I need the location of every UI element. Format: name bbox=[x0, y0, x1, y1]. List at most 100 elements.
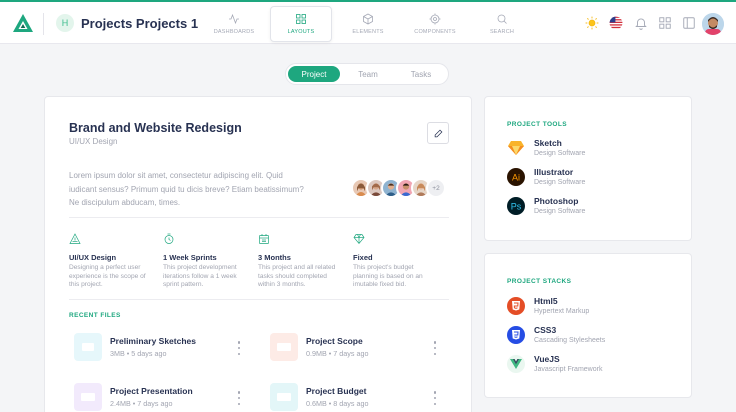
top-header: H Projects Projects 1 DASHBOARDS LAYOUTS… bbox=[0, 2, 736, 44]
feature-item: 3 Months This project and all related ta… bbox=[258, 232, 342, 290]
project-tools-heading: PROJECT TOOLS bbox=[507, 121, 567, 128]
project-tabs: Project Team Tasks bbox=[285, 63, 449, 85]
tool-category: Design Software bbox=[534, 179, 586, 186]
project-subtitle: UI/UX Design bbox=[69, 137, 118, 146]
file-item[interactable]: PPT Project Presentation 2.4MB • 7 days … bbox=[74, 383, 264, 412]
feature-text: This project development iterations foll… bbox=[163, 264, 237, 288]
tool-name: Illustrator bbox=[534, 167, 574, 177]
panel-toggle[interactable] bbox=[682, 16, 696, 30]
project-description: Lorem ipsum dolor sit amet, consectetur … bbox=[69, 171, 304, 207]
stack-description: Cascading Stylesheets bbox=[534, 337, 606, 344]
vuejs-icon bbox=[507, 355, 525, 373]
stack-item[interactable]: VueJS Javascript Framework bbox=[507, 353, 677, 375]
page-title: Projects Projects 1 bbox=[81, 16, 199, 31]
pdf-file-icon: PDF bbox=[270, 333, 298, 361]
tool-category: Design Software bbox=[534, 208, 586, 215]
xls-file-icon: XLS bbox=[270, 383, 298, 411]
project-stacks-heading: PROJECT STACKS bbox=[507, 278, 572, 285]
header-divider bbox=[43, 13, 44, 35]
apps-button[interactable] bbox=[658, 16, 672, 30]
notifications-button[interactable] bbox=[634, 16, 648, 30]
search-icon bbox=[497, 14, 507, 24]
file-name: Project Presentation bbox=[110, 386, 193, 396]
feature-text: This project's budget planning is based … bbox=[353, 264, 423, 288]
feature-item: 1 Week Sprints This project development … bbox=[163, 232, 247, 290]
feature-title: 3 Months bbox=[258, 253, 291, 262]
edit-project-button[interactable] bbox=[427, 122, 449, 144]
feature-text: Designing a perfect user experience is t… bbox=[69, 264, 146, 288]
section-divider bbox=[69, 217, 449, 218]
file-meta: 3MB • 5 days ago bbox=[110, 349, 167, 358]
svg-text:Ps: Ps bbox=[511, 202, 522, 212]
tool-item[interactable]: Sketch Design Software bbox=[507, 137, 677, 159]
pencil-icon bbox=[434, 129, 442, 137]
recent-files-heading: RECENT FILES bbox=[69, 312, 121, 319]
file-item[interactable]: ZIP Preliminary Sketches 3MB • 5 days ag… bbox=[74, 333, 264, 363]
file-menu-button[interactable] bbox=[236, 341, 242, 355]
file-menu-button[interactable] bbox=[432, 341, 438, 355]
html5-icon bbox=[507, 297, 525, 315]
file-meta: 2.4MB • 7 days ago bbox=[110, 399, 173, 408]
project-tools-card: PROJECT TOOLS Sketch Design Software Ai … bbox=[484, 96, 692, 241]
file-name: Project Scope bbox=[306, 336, 363, 346]
feature-text: This project and all related tasks shoul… bbox=[258, 264, 336, 288]
file-menu-button[interactable] bbox=[236, 391, 242, 405]
file-meta: 0.6MB • 8 days ago bbox=[306, 399, 369, 408]
more-members-badge[interactable]: +2 bbox=[426, 178, 446, 198]
tool-name: Photoshop bbox=[534, 196, 579, 206]
zip-file-icon: ZIP bbox=[74, 333, 102, 361]
triangle-icon bbox=[69, 233, 81, 244]
stack-item[interactable]: Html5 Hypertext Markup bbox=[507, 295, 677, 317]
tab-tasks[interactable]: Tasks bbox=[395, 66, 447, 82]
feature-item: Fixed This project's budget planning is … bbox=[353, 232, 437, 290]
tab-project[interactable]: Project bbox=[288, 66, 340, 82]
user-avatar-image bbox=[702, 13, 724, 35]
file-name: Preliminary Sketches bbox=[110, 336, 196, 346]
svg-text:Ai: Ai bbox=[512, 173, 520, 183]
project-initial-badge: H bbox=[56, 14, 74, 32]
file-item[interactable]: PDF Project Scope 0.9MB • 7 days ago bbox=[270, 333, 460, 363]
tool-item[interactable]: Ps Photoshop Design Software bbox=[507, 195, 677, 217]
bell-icon bbox=[635, 18, 647, 30]
settings-icon bbox=[429, 13, 441, 25]
file-item[interactable]: XLS Project Budget 0.6MB • 8 days ago bbox=[270, 383, 460, 412]
user-avatar[interactable] bbox=[702, 13, 724, 35]
file-name: Project Budget bbox=[306, 386, 367, 396]
calendar-icon bbox=[259, 234, 269, 244]
stack-name: CSS3 bbox=[534, 325, 557, 335]
sidebar-icon bbox=[683, 17, 695, 29]
nav-layouts[interactable]: LAYOUTS bbox=[270, 6, 332, 42]
css3-icon bbox=[507, 326, 525, 344]
nav-dashboards[interactable]: DASHBOARDS bbox=[203, 6, 265, 42]
tool-name: Sketch bbox=[534, 138, 562, 148]
grid-icon bbox=[296, 14, 306, 24]
ppt-file-icon: PPT bbox=[74, 383, 102, 411]
project-title: Brand and Website Redesign bbox=[69, 121, 242, 135]
feature-title: Fixed bbox=[353, 253, 373, 262]
project-stacks-card: PROJECT STACKS Html5 Hypertext Markup CS… bbox=[484, 253, 692, 398]
tab-team[interactable]: Team bbox=[342, 66, 394, 82]
nav-components[interactable]: COMPONENTS bbox=[404, 6, 466, 42]
stack-name: Html5 bbox=[534, 296, 558, 306]
feature-title: UI/UX Design bbox=[69, 253, 117, 262]
us-flag-icon bbox=[609, 16, 623, 30]
photoshop-icon: Ps bbox=[507, 197, 525, 215]
activity-icon bbox=[229, 13, 239, 25]
file-menu-button[interactable] bbox=[432, 391, 438, 405]
project-details-card: Brand and Website Redesign UI/UX Design … bbox=[44, 96, 472, 412]
feature-title: 1 Week Sprints bbox=[163, 253, 217, 262]
sun-icon bbox=[585, 16, 599, 30]
sketch-icon bbox=[508, 141, 524, 155]
language-selector[interactable] bbox=[609, 16, 623, 30]
brand-logo[interactable] bbox=[12, 13, 34, 33]
tool-item[interactable]: Ai Illustrator Design Software bbox=[507, 166, 677, 188]
section-divider bbox=[69, 299, 449, 300]
stack-description: Hypertext Markup bbox=[534, 308, 590, 315]
clock-icon bbox=[164, 233, 174, 244]
theme-toggle[interactable] bbox=[585, 16, 599, 30]
grid-icon bbox=[659, 17, 671, 29]
stack-description: Javascript Framework bbox=[534, 366, 603, 373]
nav-elements[interactable]: ELEMENTS bbox=[337, 6, 399, 42]
nav-search[interactable]: SEARCH bbox=[471, 6, 533, 42]
stack-item[interactable]: CSS3 Cascading Stylesheets bbox=[507, 324, 677, 346]
